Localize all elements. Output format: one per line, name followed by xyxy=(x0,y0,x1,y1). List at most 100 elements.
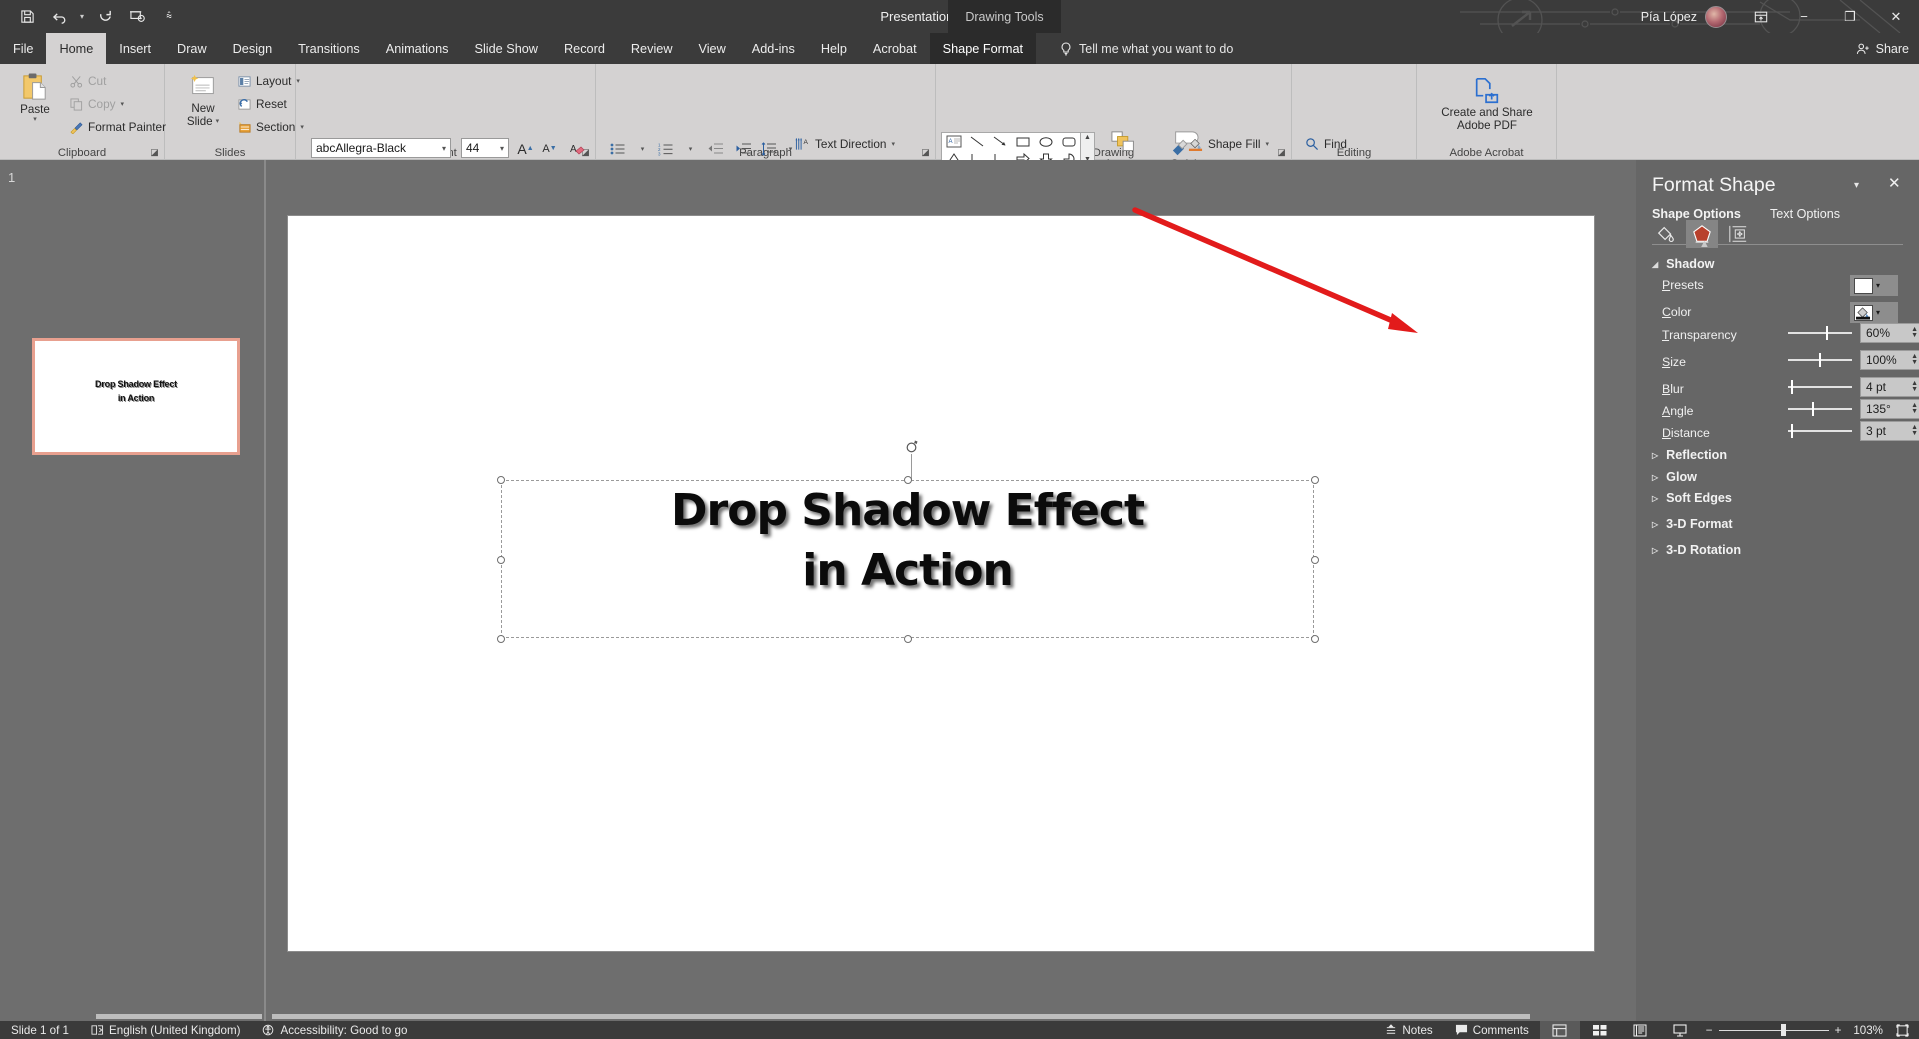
bullets-button[interactable] xyxy=(605,137,631,160)
section-header-glow[interactable]: ▷ Glow xyxy=(1652,470,1697,484)
find-button[interactable]: Find xyxy=(1305,137,1347,151)
resize-handle-top-right[interactable] xyxy=(1311,476,1319,484)
angle-slider[interactable] xyxy=(1788,402,1852,416)
cut-button[interactable]: Cut xyxy=(70,74,106,88)
spinner-arrows[interactable]: ▲ ▼ xyxy=(1911,326,1918,339)
create-and-share-adobe-pdf-button[interactable]: Create and Share Adobe PDF xyxy=(1429,76,1545,133)
spinner-arrows[interactable]: ▲ ▼ xyxy=(1911,353,1918,366)
slideshow-icon[interactable] xyxy=(122,4,152,30)
reading-view-button[interactable] xyxy=(1620,1021,1660,1039)
layout-button[interactable]: Layout ▾ xyxy=(238,74,300,88)
size-and-properties-icon[interactable] xyxy=(1722,220,1754,248)
zoom-out-button[interactable]: − xyxy=(1700,1024,1719,1037)
close-icon[interactable]: ✕ xyxy=(1888,174,1901,192)
slide-show-view-button[interactable] xyxy=(1660,1021,1700,1039)
spinner-arrows[interactable]: ▲ ▼ xyxy=(1911,424,1918,437)
slider-thumb[interactable] xyxy=(1791,380,1793,394)
selected-textbox[interactable]: Drop Shadow Effect in Action xyxy=(497,440,1319,643)
slider-thumb[interactable] xyxy=(1826,326,1828,340)
format-painter-button[interactable]: Format Painter xyxy=(70,120,166,134)
tell-me-search[interactable]: Tell me what you want to do xyxy=(1060,33,1233,64)
font-size-combobox[interactable]: 44 ▾ xyxy=(461,138,509,158)
tab-review[interactable]: Review xyxy=(618,33,686,64)
shape-oval[interactable] xyxy=(1034,133,1057,150)
tab-record[interactable]: Record xyxy=(551,33,618,64)
notes-button[interactable]: Notes xyxy=(1374,1024,1443,1037)
slide-sorter-view-button[interactable] xyxy=(1580,1021,1620,1039)
tab-acrobat[interactable]: Acrobat xyxy=(860,33,930,64)
fill-and-line-icon[interactable] xyxy=(1650,220,1682,248)
angle-spinner[interactable]: 135° ▲ ▼ xyxy=(1860,399,1919,419)
new-slide-button[interactable]: New Slide ▾ xyxy=(173,72,233,129)
shape-textbox[interactable]: A xyxy=(942,133,965,150)
section-header-reflection[interactable]: ▷ Reflection xyxy=(1652,448,1727,462)
shape-fill-dropdown-icon[interactable]: ▾ xyxy=(1265,140,1269,148)
slider-thumb[interactable] xyxy=(1819,353,1821,367)
section-header-soft-edges[interactable]: ▷ Soft Edges xyxy=(1652,491,1732,505)
copy-dropdown-icon[interactable]: ▾ xyxy=(121,100,125,108)
restore-button[interactable]: ❐ xyxy=(1827,0,1873,33)
canvas-horizontal-scrollbar[interactable] xyxy=(272,1014,1530,1019)
blur-slider[interactable] xyxy=(1788,380,1852,394)
distance-spinner[interactable]: 3 pt ▲ ▼ xyxy=(1860,421,1919,441)
ribbon-display-options-icon[interactable] xyxy=(1741,0,1781,33)
panel-tab-text-options[interactable]: Text Options xyxy=(1770,207,1840,225)
chevron-down-icon[interactable]: ▾ xyxy=(1876,281,1880,290)
tab-animations[interactable]: Animations xyxy=(373,33,462,64)
shape-rectangle[interactable] xyxy=(1011,133,1034,150)
new-slide-dropdown-icon[interactable]: ▾ xyxy=(216,118,220,126)
distance-slider[interactable] xyxy=(1788,424,1852,438)
paragraph-dialog-launcher[interactable]: ◪ xyxy=(920,147,931,158)
customize-quick-access-toolbar-icon[interactable]: ⩯ xyxy=(154,4,184,30)
zoom-level[interactable]: 103% xyxy=(1847,1024,1889,1037)
section-header-shadow[interactable]: ◢ Shadow xyxy=(1652,257,1714,271)
decrease-indent-button[interactable] xyxy=(702,137,728,160)
increase-font-size-button[interactable]: A ▲ xyxy=(514,137,537,160)
tab-view[interactable]: View xyxy=(686,33,739,64)
close-button[interactable]: ✕ xyxy=(1873,0,1919,33)
undo-dropdown-icon[interactable]: ▾ xyxy=(76,12,88,21)
tab-transitions[interactable]: Transitions xyxy=(285,33,373,64)
copy-button[interactable]: Copy ▾ xyxy=(70,97,124,111)
section-button[interactable]: Section ▾ xyxy=(238,120,304,134)
numbering-button[interactable]: 1 2 3 xyxy=(653,137,679,160)
tab-slide-show[interactable]: Slide Show xyxy=(462,33,551,64)
slider-thumb[interactable] xyxy=(1812,402,1814,416)
drawing-dialog-launcher[interactable]: ◪ xyxy=(1276,147,1287,158)
shape-rounded-rectangle[interactable] xyxy=(1057,133,1080,150)
section-header-3d-format[interactable]: ▷ 3-D Format xyxy=(1652,517,1733,531)
size-slider[interactable] xyxy=(1788,353,1852,367)
comments-button[interactable]: Comments xyxy=(1444,1024,1540,1037)
chevron-down-icon[interactable]: ▾ xyxy=(1876,308,1880,317)
resize-handle-middle-right[interactable] xyxy=(1311,556,1319,564)
rotate-handle[interactable] xyxy=(904,439,919,454)
size-spinner[interactable]: 100% ▲ ▼ xyxy=(1860,350,1919,370)
decrease-font-size-button[interactable]: A ▼ xyxy=(538,137,561,160)
redo-icon[interactable] xyxy=(90,4,120,30)
chevron-down-icon[interactable]: ▾ xyxy=(442,144,446,153)
numbering-dropdown[interactable]: ▾ xyxy=(679,137,702,160)
tab-file[interactable]: File xyxy=(0,33,46,64)
shape-line[interactable] xyxy=(965,133,988,150)
tab-design[interactable]: Design xyxy=(220,33,286,64)
paste-dropdown-icon[interactable]: ▾ xyxy=(33,116,37,124)
blur-spinner[interactable]: 4 pt ▲ ▼ xyxy=(1860,377,1919,397)
reset-button[interactable]: Reset xyxy=(238,97,287,111)
transparency-spinner[interactable]: 60% ▲ ▼ xyxy=(1860,323,1919,343)
slide-count[interactable]: Slide 1 of 1 xyxy=(0,1024,80,1037)
resize-handle-top-left[interactable] xyxy=(497,476,505,484)
tab-shape-format[interactable]: Shape Format xyxy=(929,33,1037,64)
tab-help[interactable]: Help xyxy=(808,33,860,64)
avatar[interactable] xyxy=(1705,5,1727,28)
shadow-presets-button[interactable]: ▾ xyxy=(1850,275,1898,296)
resize-handle-bottom-right[interactable] xyxy=(1311,635,1319,643)
bullets-dropdown[interactable]: ▾ xyxy=(631,137,654,160)
resize-handle-top-center[interactable] xyxy=(904,476,912,484)
zoom-slider-thumb[interactable] xyxy=(1780,1024,1786,1036)
shape-arrow[interactable] xyxy=(988,133,1011,150)
accessibility-status[interactable]: Accessibility: Good to go xyxy=(251,1024,418,1037)
text-direction-dropdown-icon[interactable]: ▾ xyxy=(891,140,895,148)
resize-handle-middle-left[interactable] xyxy=(497,556,505,564)
resize-handle-bottom-left[interactable] xyxy=(497,635,505,643)
thumbnail-horizontal-scrollbar[interactable] xyxy=(96,1014,262,1019)
